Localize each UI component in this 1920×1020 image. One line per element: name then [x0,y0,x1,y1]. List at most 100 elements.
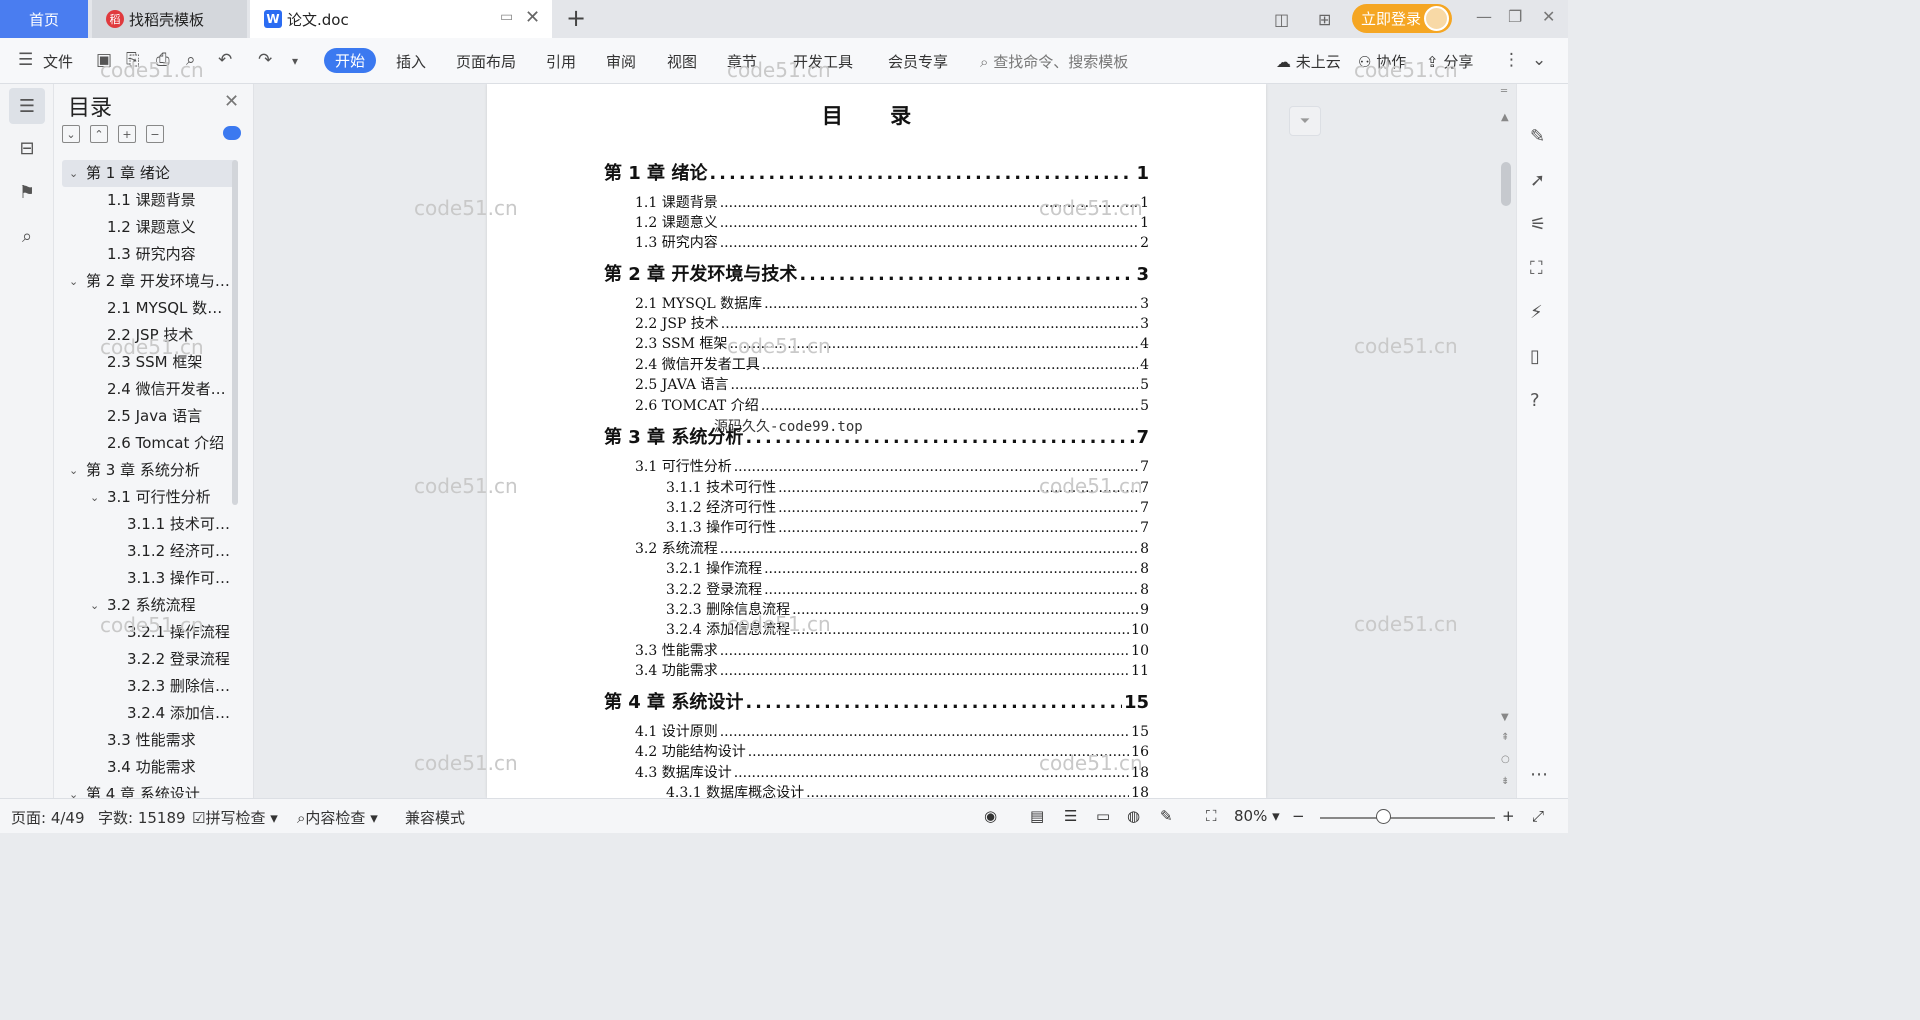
toc-tree-item[interactable]: 2.4 微信开发者工具 [62,376,238,403]
toc-scrollbar[interactable] [232,160,238,505]
toc-tree-item[interactable]: 2.1 MYSQL 数据库 [62,295,238,322]
toc-tree-item[interactable]: 3.1.1 技术可行性 [62,511,238,538]
find-icon[interactable]: ⌕ [9,218,45,254]
eye-protection-icon[interactable]: ◉ [984,807,997,825]
save-icon[interactable]: ▣ [96,50,112,70]
toc-section-entry[interactable]: 3.1.1 技术可行性 7 [666,477,1149,497]
minimize-icon[interactable]: — [1476,7,1492,26]
hamburger-icon[interactable]: ☰ [18,50,33,70]
toc-tree-item[interactable]: 3.2.3 删除信息流程 [62,673,238,700]
restore-icon[interactable]: ❐ [1508,7,1522,26]
toc-tree-item[interactable]: 1.1 课题背景 [62,187,238,214]
add-heading-icon[interactable]: + [118,125,136,143]
print-icon[interactable]: ⎙ [156,50,170,70]
menu-chapter[interactable]: 章节 [727,51,757,72]
toc-section-entry[interactable]: 3.1.2 经济可行性 7 [666,497,1149,517]
reading-view-icon[interactable]: ▭ [1096,807,1110,825]
toc-chapter-entry[interactable]: 第 4 章 系统设计 15 [604,688,1149,714]
chevron-down-icon[interactable]: ⌄ [69,160,78,187]
read-mode-icon[interactable]: ▯ [1530,346,1540,367]
toc-section-entry[interactable]: 3.1.3 操作可行性 7 [666,517,1149,537]
toc-section-entry[interactable]: 3.2.4 添加信息流程 10 [666,619,1149,639]
scroll-thumb[interactable] [1501,162,1511,206]
toc-section-entry[interactable]: 4.3 数据库设计 18 [635,762,1149,782]
document-page[interactable]: 目 录 第 1 章 绪论 1 1.1 课题背景 1 1.2 课题意义 1 1.3 研究内容 2… [487,84,1266,798]
web-view-icon[interactable]: ◍ [1127,807,1140,825]
scroll-down-icon[interactable]: ▼ [1501,712,1509,723]
toc-chapter-entry[interactable]: 第 1 章 绪论 1 [604,159,1149,185]
toc-tree-item[interactable]: 3.1.2 经济可行性 [62,538,238,565]
word-count[interactable]: 字数: 15189 [98,807,186,828]
toc-tree-item[interactable]: ⌄ 3.2 系统流程 [62,592,238,619]
help-icon[interactable]: ? [1530,390,1540,411]
content-check-button[interactable]: ⌕内容检查 ▾ [297,807,378,828]
toc-tree-item[interactable]: ⌄ 第 4 章 系统设计 [62,781,238,798]
pen-icon[interactable]: ✎ [1530,126,1545,147]
toc-section-entry[interactable]: 3.2.3 删除信息流程 9 [666,599,1149,619]
more-icon[interactable]: ⋯ [1530,764,1548,785]
outline-view-icon[interactable]: ☰ [1064,807,1077,825]
fullscreen-icon[interactable]: ⤢ [1532,807,1544,825]
menu-layout[interactable]: 页面布局 [456,51,516,72]
toc-toggle-icon[interactable] [223,126,241,140]
toc-section-entry[interactable]: 4.3.1 数据库概念设计 18 [666,782,1149,798]
chevron-down-icon[interactable]: ⌄ [69,268,78,295]
bookmark-icon[interactable]: ⚑ [9,174,45,210]
menu-start[interactable]: 开始 [324,48,376,73]
chapter-nav-icon[interactable]: ⊟ [9,130,45,166]
remove-heading-icon[interactable]: − [146,125,164,143]
share-button[interactable]: ⇪ 分享 [1426,51,1473,72]
collab-button[interactable]: ⚇ 协作 [1358,51,1406,72]
toc-section-entry[interactable]: 3.4 功能需求 11 [635,660,1149,680]
toc-section-entry[interactable]: 2.6 TOMCAT 介绍 5 [635,395,1149,415]
menu-insert[interactable]: 插入 [396,51,426,72]
toc-section-entry[interactable]: 1.2 课题意义 1 [635,212,1149,232]
login-button[interactable]: 立即登录 [1352,4,1452,33]
toc-tree-item[interactable]: ⌄ 第 2 章 开发环境与技术 [62,268,238,295]
tab-close-icon[interactable]: ✕ [525,7,540,28]
toc-section-entry[interactable]: 1.1 课题背景 1 [635,192,1149,212]
toc-section-entry[interactable]: 2.2 JSP 技术 3 [635,313,1149,333]
zoom-slider-handle[interactable] [1376,809,1391,824]
scroll-up-icon[interactable]: ▲ [1501,112,1509,123]
close-icon[interactable]: ✕ [224,91,239,112]
tab-template[interactable]: 稻 找稻壳模板 [92,0,247,38]
new-tab-button[interactable]: + [566,4,586,32]
toc-section-entry[interactable]: 2.3 SSM 框架 4 [635,333,1149,353]
expand-all-icon[interactable]: ⌄ [62,125,80,143]
tab-monitor-icon[interactable]: ▭ [500,9,513,25]
chevron-down-icon[interactable]: ⌄ [69,457,78,484]
toc-section-entry[interactable]: 3.2.1 操作流程 8 [666,558,1149,578]
zoom-slider[interactable] [1320,817,1495,819]
document-scrollbar[interactable]: ═ ▲ ▼ ⇞ ○ ⇟ [1498,84,1514,798]
close-window-icon[interactable]: ✕ [1542,7,1555,26]
toc-tree-item[interactable]: 2.3 SSM 框架 [62,349,238,376]
page-count[interactable]: 页面: 4/49 [11,807,85,828]
toc-tree-item[interactable]: 3.1.3 操作可行性 [62,565,238,592]
toc-section-entry[interactable]: 3.2.2 登录流程 8 [666,579,1149,599]
menu-view[interactable]: 视图 [667,51,697,72]
menu-file[interactable]: 文件 [43,51,73,72]
zoom-in-icon[interactable]: + [1502,807,1515,825]
export-icon[interactable]: ⎘ [126,50,140,70]
zoom-out-icon[interactable]: − [1292,807,1305,825]
menu-developer[interactable]: 开发工具 [793,51,853,72]
toc-section-entry[interactable]: 3.1 可行性分析 7 [635,456,1149,476]
ai-assist-icon[interactable]: ⚡ [1530,302,1543,323]
chevron-down-icon[interactable]: ⌄ [69,781,78,798]
toc-tree-item[interactable]: 1.2 课题意义 [62,214,238,241]
toc-tree-item[interactable]: 3.3 性能需求 [62,727,238,754]
redo-icon[interactable]: ↷ [258,50,272,70]
toc-tree-item[interactable]: 3.2.2 登录流程 [62,646,238,673]
toc-tree-item[interactable]: ⌄ 第 1 章 绪论 [62,160,238,187]
menu-member[interactable]: 会员专享 [888,51,948,72]
tab-home[interactable]: 首页 [0,0,88,38]
toc-tree-item[interactable]: 2.2 JSP 技术 [62,322,238,349]
spellcheck-button[interactable]: ☑拼写检查 ▾ [192,807,278,828]
quick-access-dropdown-icon[interactable]: ▾ [292,54,298,68]
toc-section-entry[interactable]: 3.2 系统流程 8 [635,538,1149,558]
next-page-icon[interactable]: ⇟ [1501,776,1509,787]
chevron-down-icon[interactable]: ⌄ [90,592,99,619]
zoom-level[interactable]: 80% ▾ [1234,807,1280,825]
scroll-top-icon[interactable]: ═ [1501,86,1507,97]
